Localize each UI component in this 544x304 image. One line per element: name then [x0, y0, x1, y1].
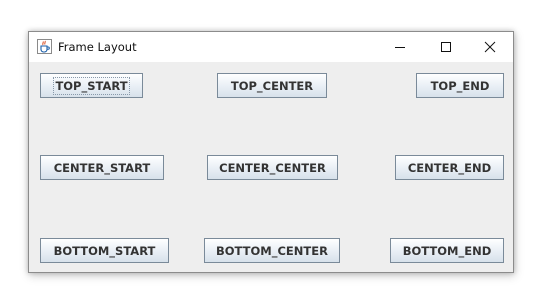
- center-end-button[interactable]: CENTER_END: [395, 155, 504, 180]
- top-end-label: TOP_END: [430, 78, 490, 93]
- bottom-end-label: BOTTOM_END: [402, 243, 492, 258]
- top-start-label: TOP_START: [53, 76, 130, 95]
- minimize-button[interactable]: [377, 32, 423, 62]
- java-cup-icon: [37, 39, 52, 54]
- center-start-button[interactable]: CENTER_START: [40, 155, 164, 180]
- center-center-button[interactable]: CENTER_CENTER: [207, 155, 338, 180]
- top-start-button[interactable]: TOP_START: [40, 73, 143, 98]
- close-button[interactable]: [467, 32, 513, 62]
- app-window: Frame Layout TOP_START TOP_CENTER TOP_EN…: [28, 31, 514, 273]
- window-title: Frame Layout: [58, 40, 137, 54]
- bottom-start-button[interactable]: BOTTOM_START: [40, 238, 169, 263]
- bottom-end-button[interactable]: BOTTOM_END: [390, 238, 504, 263]
- top-center-button[interactable]: TOP_CENTER: [217, 73, 327, 98]
- maximize-button[interactable]: [423, 32, 469, 62]
- top-end-button[interactable]: TOP_END: [416, 73, 504, 98]
- bottom-center-button[interactable]: BOTTOM_CENTER: [204, 238, 340, 263]
- bottom-start-label: BOTTOM_START: [53, 243, 156, 258]
- title-bar[interactable]: Frame Layout: [29, 32, 513, 62]
- bottom-center-label: BOTTOM_CENTER: [216, 243, 328, 258]
- top-center-label: TOP_CENTER: [230, 78, 314, 93]
- center-start-label: CENTER_START: [53, 160, 151, 175]
- close-icon: [484, 41, 496, 53]
- layout-panel: TOP_START TOP_CENTER TOP_END CENTER_STAR…: [29, 62, 513, 272]
- maximize-icon: [441, 42, 451, 52]
- center-end-label: CENTER_END: [407, 160, 492, 175]
- minimize-icon: [395, 47, 405, 48]
- center-center-label: CENTER_CENTER: [219, 160, 326, 175]
